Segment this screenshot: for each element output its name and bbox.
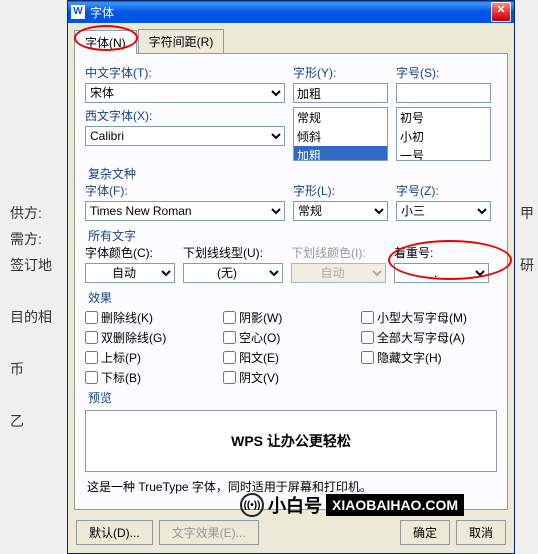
chk-dblstrike[interactable]: 双删除线(G) [85, 329, 213, 346]
close-button[interactable]: ✕ [491, 2, 511, 22]
alltext-legend: 所有文字 [85, 227, 497, 244]
style-listbox[interactable]: 常规 倾斜 加粗 [293, 107, 388, 161]
complex-legend: 复杂文种 [85, 165, 497, 182]
chk-emboss[interactable]: 阳文(E) [223, 349, 351, 366]
chk-engrave[interactable]: 阴文(V) [223, 369, 351, 386]
chk-smallcaps[interactable]: 小型大写字母(M) [361, 309, 489, 326]
tab-content: 中文字体(T): 宋体 字形(Y): 字号(S): 西文字体(X): Calib… [74, 53, 508, 510]
size-listbox[interactable]: 初号 小初 一号 [396, 107, 491, 161]
tab-spacing[interactable]: 字符间距(R) [138, 29, 225, 53]
label-underline-color: 下划线颜色(I): [291, 244, 386, 261]
font-color-select[interactable]: 自动 [85, 263, 175, 283]
titlebar: W 字体 ✕ [68, 1, 514, 23]
label-west-font: 西文字体(X): [85, 107, 285, 124]
background-document: 供方: 需方: 签订地 目的相 币 乙 [10, 200, 52, 434]
chk-super[interactable]: 上标(P) [85, 349, 213, 366]
emphasis-select[interactable]: . [394, 263, 489, 283]
underline-select[interactable]: (无) [183, 263, 283, 283]
font-dialog: W 字体 ✕ 字体(N) 字符间距(R) 中文字体(T): 宋体 字形(Y): … [67, 0, 515, 554]
label-style: 字形(Y): [293, 64, 388, 81]
preview-box: WPS 让办公更轻松 [85, 410, 497, 472]
effects-legend: 效果 [85, 289, 497, 306]
window-title: 字体 [90, 4, 491, 21]
chk-strike[interactable]: 删除线(K) [85, 309, 213, 326]
cn-font-select[interactable]: 宋体 [85, 83, 285, 103]
tab-strip: 字体(N) 字符间距(R) [68, 23, 514, 53]
brand-icon: ((•)) [240, 493, 264, 517]
cx-font-select[interactable]: Times New Roman [85, 201, 285, 221]
chk-hollow[interactable]: 空心(O) [223, 329, 351, 346]
label-cx-size: 字号(Z): [396, 182, 491, 199]
style-input[interactable] [293, 83, 388, 103]
brand-cn: 小白号 [268, 492, 322, 518]
chk-hidden[interactable]: 隐藏文字(H) [361, 349, 489, 366]
preview-legend: 预览 [85, 389, 497, 406]
brand-url: XIAOBAIHAO.COM [326, 494, 464, 516]
label-emphasis: 着重号: [394, 244, 489, 261]
label-size: 字号(S): [396, 64, 491, 81]
app-icon: W [71, 5, 85, 19]
watermark-brand: ((•)) 小白号 XIAOBAIHAO.COM [240, 492, 464, 518]
label-font-color: 字体颜色(C): [85, 244, 175, 261]
west-font-select[interactable]: Calibri [85, 126, 285, 146]
label-cx-style: 字形(L): [293, 182, 388, 199]
label-cx-font: 字体(F): [85, 182, 285, 199]
background-document-right: 甲 研 [520, 200, 534, 278]
cx-size-select[interactable]: 小三 [396, 201, 491, 221]
size-input[interactable] [396, 83, 491, 103]
tab-font[interactable]: 字体(N) [74, 30, 137, 54]
label-cn-font: 中文字体(T): [85, 64, 285, 81]
underline-color-select[interactable]: 自动 [291, 263, 386, 283]
label-underline: 下划线线型(U): [183, 244, 283, 261]
cx-style-select[interactable]: 常规 [293, 201, 388, 221]
chk-shadow[interactable]: 阴影(W) [223, 309, 351, 326]
button-row: 默认(D)... 文字效果(E)... 确定 取消 [68, 516, 514, 553]
chk-sub[interactable]: 下标(B) [85, 369, 213, 386]
chk-allcaps[interactable]: 全部大写字母(A) [361, 329, 489, 346]
